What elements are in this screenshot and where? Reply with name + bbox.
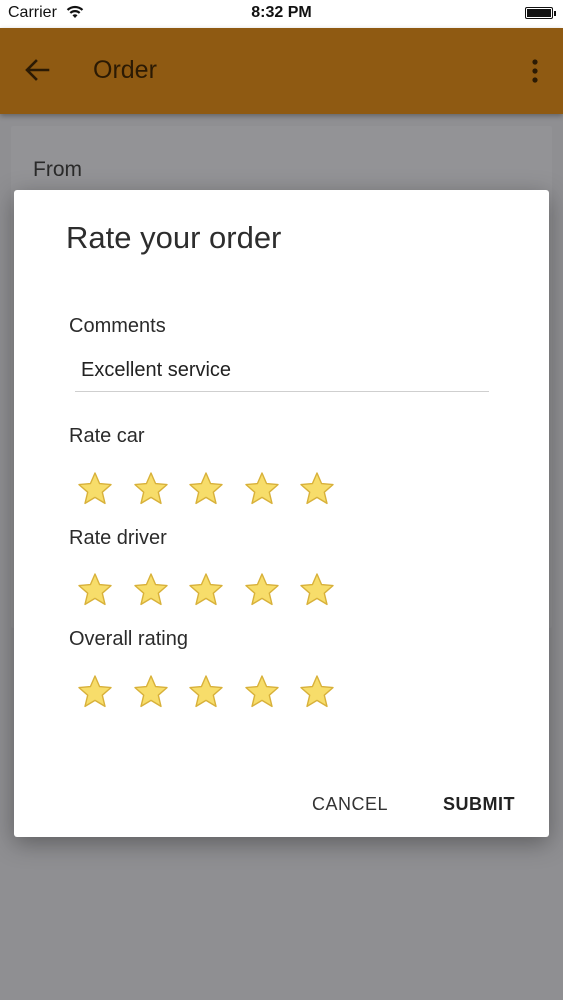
star-icon[interactable]	[243, 673, 281, 711]
rate-car-label: Rate car	[69, 425, 145, 447]
cancel-button[interactable]: CANCEL	[312, 788, 388, 821]
rate-driver-label: Rate driver	[69, 527, 167, 549]
star-icon[interactable]	[298, 571, 336, 609]
comments-label: Comments	[69, 315, 166, 337]
status-bar: Carrier 8:32 PM	[0, 0, 563, 28]
rate-order-dialog: Rate your order Comments Rate car Rate d…	[14, 190, 549, 837]
overall-rating-label: Overall rating	[69, 628, 188, 650]
status-time: 8:32 PM	[251, 4, 312, 21]
star-icon[interactable]	[187, 571, 225, 609]
star-icon[interactable]	[187, 673, 225, 711]
rate-car-stars	[76, 470, 366, 510]
star-icon[interactable]	[132, 571, 170, 609]
comments-input[interactable]	[75, 350, 489, 392]
from-label: From	[33, 158, 82, 181]
star-icon[interactable]	[76, 470, 114, 508]
more-vertical-icon[interactable]	[523, 56, 547, 86]
star-icon[interactable]	[187, 470, 225, 508]
dialog-title: Rate your order	[66, 220, 282, 255]
star-icon[interactable]	[132, 470, 170, 508]
app-bar: Order	[0, 28, 563, 114]
star-icon[interactable]	[298, 470, 336, 508]
submit-button[interactable]: SUBMIT	[443, 788, 515, 821]
overall-rating-stars	[76, 673, 366, 713]
arrow-left-icon[interactable]	[20, 54, 56, 86]
star-icon[interactable]	[76, 673, 114, 711]
star-icon[interactable]	[243, 571, 281, 609]
star-icon[interactable]	[298, 673, 336, 711]
star-icon[interactable]	[76, 571, 114, 609]
star-icon[interactable]	[132, 673, 170, 711]
star-icon[interactable]	[243, 470, 281, 508]
battery-icon	[525, 7, 556, 19]
rate-driver-stars	[76, 571, 366, 611]
page-title: Order	[93, 56, 157, 84]
